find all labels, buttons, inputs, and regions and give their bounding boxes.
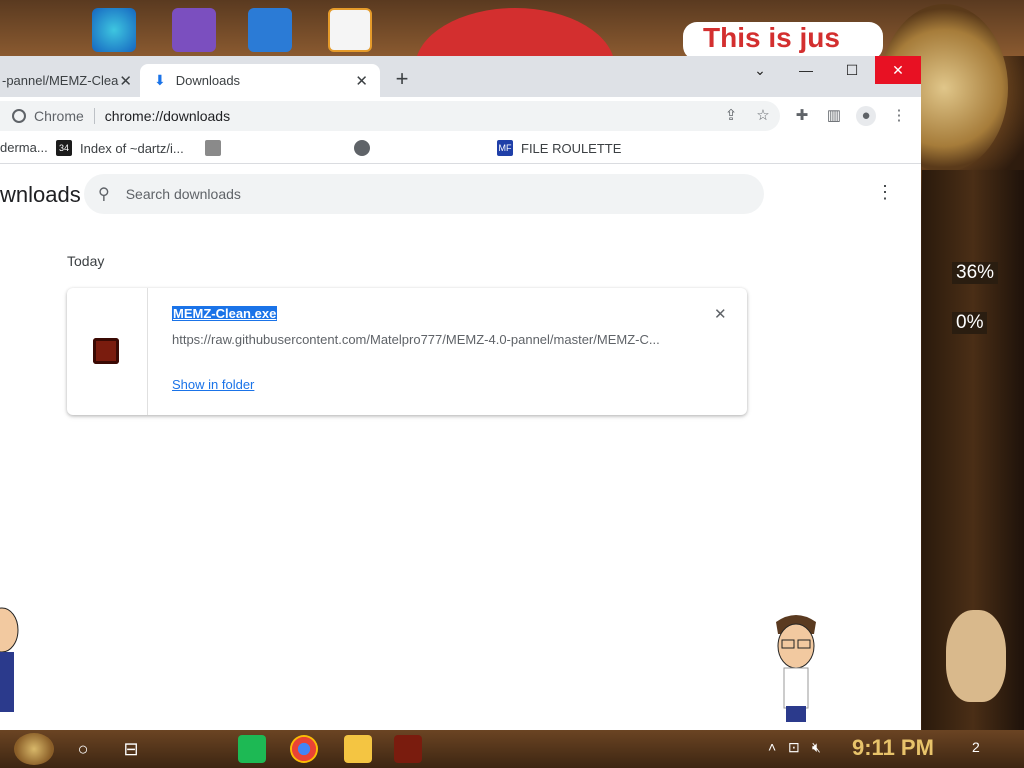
share-icon[interactable]: ⇪ — [721, 106, 741, 126]
virtualbox-desktop-icon[interactable] — [248, 8, 292, 52]
address-url: chrome://downloads — [104, 108, 231, 124]
notification-center-icon[interactable]: 2 — [972, 739, 980, 755]
browser-toolbar: Chrome chrome://downloads ⇪ ☆ ✚ ▥ ● ⋮ — [0, 97, 921, 135]
address-bar[interactable]: Chrome chrome://downloads — [0, 101, 780, 131]
tab-strip: -pannel/MEMZ-Clea ✕ ⬇ Downloads ✕ + ⌄ — … — [0, 56, 921, 97]
download-item-card: MEMZ-Clean.exe https://raw.githubusercon… — [67, 288, 747, 415]
bookmark-item[interactable]: MF FILE ROULETTE — [497, 140, 621, 156]
search-placeholder: Search downloads — [125, 186, 241, 202]
bookmarks-bar: derma... 34 Index of ~dartz/i... MF FILE… — [0, 135, 921, 164]
bookmark-favicon-icon: 34 — [56, 140, 72, 156]
task-view-icon[interactable]: ⊟ — [118, 736, 144, 762]
menu-kebab-icon[interactable]: ⋮ — [889, 106, 909, 126]
cartoon-character-left — [0, 602, 52, 712]
bookmark-item[interactable]: derma... — [0, 140, 48, 155]
remove-download-close-icon[interactable]: ✕ — [714, 305, 727, 323]
page-title: wnloads — [0, 182, 81, 207]
bookmark-favicon-icon: MF — [497, 140, 513, 156]
bookmark-label: FILE ROULETTE — [521, 140, 622, 156]
bookmark-item[interactable] — [354, 140, 378, 156]
globe-icon — [354, 140, 370, 156]
side-panel-icon[interactable]: ▥ — [824, 106, 844, 126]
tab-memz[interactable]: -pannel/MEMZ-Clea ✕ — [0, 64, 138, 97]
search-icon: ⚲ — [98, 186, 110, 203]
profile-avatar[interactable]: ● — [856, 106, 876, 126]
window-close-button[interactable]: ✕ — [875, 56, 921, 84]
hxd-desktop-icon[interactable] — [328, 8, 372, 52]
bookmark-favicon-icon — [205, 140, 221, 156]
downloads-header: wnloads ⚲ Search downloads ⋮ — [0, 164, 921, 224]
desktop-banner: This is jus — [683, 22, 883, 60]
close-icon[interactable]: ✕ — [119, 72, 132, 90]
show-hidden-icons-chevron-icon[interactable]: ˄ — [768, 739, 776, 755]
edge-desktop-icon[interactable] — [92, 8, 136, 52]
file-name-link[interactable]: MEMZ-Clean.exe — [172, 306, 278, 321]
star-icon[interactable]: ☆ — [753, 106, 773, 126]
tab-search-chevron-icon[interactable]: ⌄ — [737, 56, 783, 84]
bookmark-item[interactable]: 34 Index of ~dartz/i... — [56, 140, 184, 156]
notification-count: 2 — [972, 739, 980, 755]
file-icon-cell — [67, 288, 148, 415]
tab-label: -pannel/MEMZ-Clea — [2, 73, 119, 88]
download-icon: ⬇ — [154, 72, 166, 88]
close-icon[interactable]: ✕ — [355, 72, 368, 90]
exe-file-icon — [93, 338, 119, 364]
network-icon[interactable]: ⊡ — [788, 739, 800, 756]
more-actions-icon[interactable]: ⋮ — [876, 182, 894, 203]
search-downloads-input[interactable]: ⚲ Search downloads — [84, 174, 764, 214]
spotify-taskbar-icon[interactable] — [238, 735, 266, 763]
clock-time[interactable]: 9:11 PM — [852, 735, 934, 761]
gauge-readout-1: 36% — [952, 262, 999, 284]
bookmark-item[interactable] — [205, 140, 229, 156]
visual-studio-desktop-icon[interactable] — [172, 8, 216, 52]
taskbar: ○ ⊟ ˄ ⊡ 🔇︎ 9:11 PM 2 — [0, 730, 1024, 768]
hamster-image — [946, 610, 1006, 702]
minimize-button[interactable]: — — [783, 56, 829, 84]
divider — [93, 108, 95, 124]
bookmark-label: derma... — [0, 140, 48, 155]
maximize-button[interactable]: ☐ — [829, 56, 875, 84]
show-in-folder-link[interactable]: Show in folder — [172, 377, 254, 392]
new-tab-button[interactable]: + — [391, 68, 413, 90]
cartoon-character-right — [770, 612, 822, 722]
tab-downloads[interactable]: ⬇ Downloads ✕ — [140, 64, 380, 97]
site-chip: Chrome — [34, 108, 84, 124]
start-button[interactable] — [14, 733, 54, 765]
memz-taskbar-icon[interactable] — [394, 735, 422, 763]
chrome-taskbar-icon[interactable] — [290, 735, 318, 763]
volume-muted-icon[interactable]: 🔇︎ — [812, 739, 821, 756]
tab-label: Downloads — [175, 73, 241, 88]
cortana-circle-icon[interactable]: ○ — [70, 736, 96, 762]
file-source-url[interactable]: https://raw.githubusercontent.com/Matelp… — [172, 332, 672, 347]
chrome-icon — [12, 109, 26, 123]
date-section-label: Today — [67, 253, 105, 269]
gauge-readout-2: 0% — [952, 312, 988, 334]
extensions-icon[interactable]: ✚ — [792, 106, 812, 126]
bookmark-label: Index of ~dartz/i... — [80, 140, 184, 156]
file-explorer-taskbar-icon[interactable] — [344, 735, 372, 763]
